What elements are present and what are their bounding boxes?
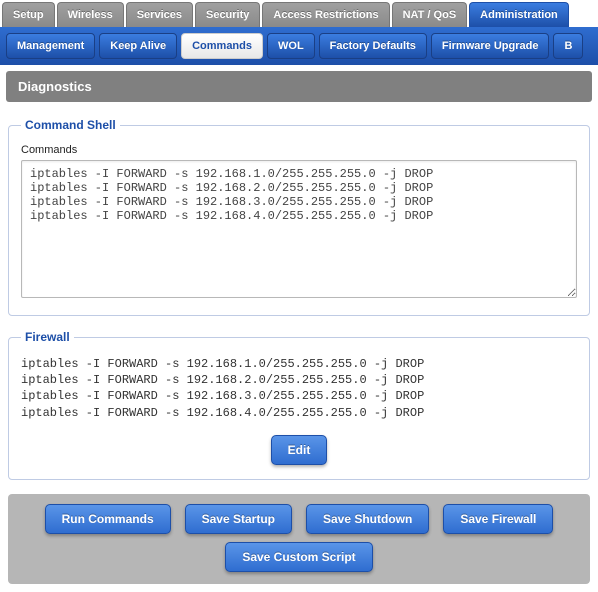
subtab-factory-defaults[interactable]: Factory Defaults [319,33,427,59]
secondary-tabs: Management Keep Alive Commands WOL Facto… [0,27,598,65]
save-shutdown-button[interactable]: Save Shutdown [306,504,429,534]
commands-textarea[interactable] [21,160,577,298]
run-commands-button[interactable]: Run Commands [45,504,171,534]
subtab-management[interactable]: Management [6,33,95,59]
page-title: Diagnostics [6,71,592,102]
commands-label: Commands [21,144,577,156]
save-custom-script-button[interactable]: Save Custom Script [225,542,372,572]
command-shell-fieldset: Command Shell Commands [8,118,590,316]
save-firewall-button[interactable]: Save Firewall [443,504,553,534]
tab-access-restrictions[interactable]: Access Restrictions [262,2,389,27]
firewall-fieldset: Firewall iptables -I FORWARD -s 192.168.… [8,330,590,480]
firewall-script-display: iptables -I FORWARD -s 192.168.1.0/255.2… [21,356,577,421]
primary-tabs: Setup Wireless Services Security Access … [0,0,598,27]
tab-administration[interactable]: Administration [469,2,569,27]
command-shell-legend: Command Shell [21,118,120,132]
subtab-wol[interactable]: WOL [267,33,315,59]
tab-wireless[interactable]: Wireless [57,2,124,27]
edit-button[interactable]: Edit [271,435,328,465]
save-startup-button[interactable]: Save Startup [185,504,292,534]
subtab-extra-partial[interactable]: B [553,33,583,59]
action-bar: Run Commands Save Startup Save Shutdown … [8,494,590,584]
tab-security[interactable]: Security [195,2,260,27]
tab-nat-qos[interactable]: NAT / QoS [392,2,468,27]
tab-setup[interactable]: Setup [2,2,55,27]
subtab-firmware-upgrade[interactable]: Firmware Upgrade [431,33,550,59]
subtab-commands[interactable]: Commands [181,33,263,59]
subtab-keep-alive[interactable]: Keep Alive [99,33,177,59]
tab-services[interactable]: Services [126,2,193,27]
firewall-legend: Firewall [21,330,74,344]
content-area: Command Shell Commands Firewall iptables… [0,102,598,592]
